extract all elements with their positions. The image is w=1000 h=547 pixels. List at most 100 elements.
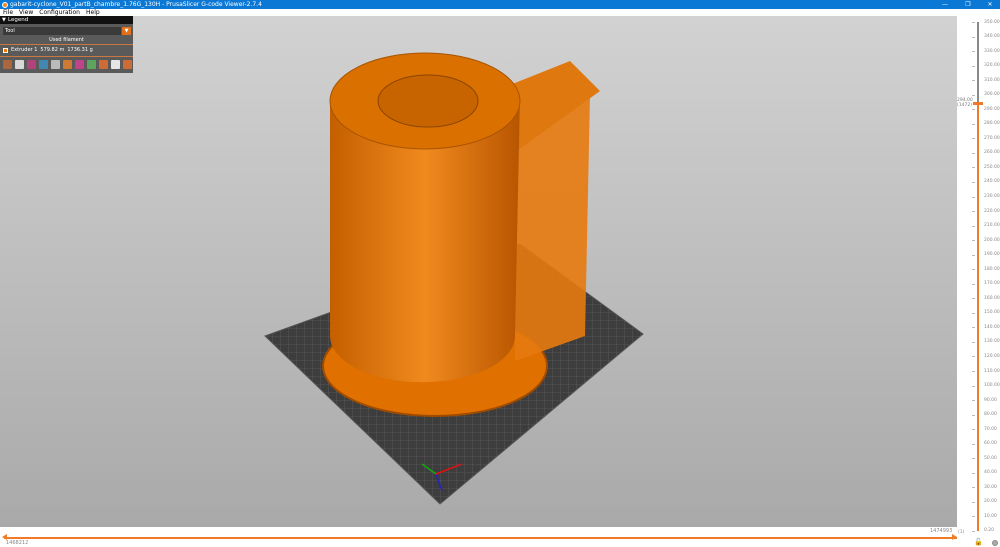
seams-icon[interactable] [51, 60, 60, 69]
view-type-select[interactable]: Tool [3, 27, 121, 35]
tick-label: 300.00 [984, 92, 1000, 98]
deretractions-icon[interactable] [39, 60, 48, 69]
tick-label: 90.00 [984, 397, 997, 403]
tick-label: 150.00 [984, 310, 1000, 316]
custom-gcode-icon[interactable] [99, 60, 108, 69]
collapse-triangle-icon[interactable]: ▼ [2, 16, 6, 24]
tick-label: 100.00 [984, 383, 1000, 389]
tick-label: 0.20 [984, 528, 995, 534]
tick-mark [972, 123, 975, 125]
menu-help[interactable]: Help [86, 9, 100, 16]
tick-mark [972, 22, 975, 23]
tick-label: 330.00 [984, 48, 1000, 54]
tick-mark [972, 312, 975, 314]
tick-label: 310.00 [984, 77, 1000, 83]
tick-mark [972, 400, 975, 402]
maximize-button[interactable]: ❐ [958, 0, 978, 9]
dropdown-arrow-icon[interactable]: ▼ [122, 27, 131, 35]
horizontal-move-slider[interactable] [4, 537, 957, 539]
lower-layer: (1) [958, 530, 965, 535]
tick-mark [972, 298, 975, 300]
legend-panel: ▼ Legend Tool ▼ Used filament Extruder 1 … [0, 16, 133, 73]
tick-mark [972, 181, 975, 183]
title-bar: gabarit-cyclone_V01_partB_chambre_1.76G_… [0, 0, 1000, 9]
tick-label: 220.00 [984, 208, 1000, 214]
tick-mark [972, 36, 975, 38]
tick-label: 80.00 [984, 412, 997, 418]
menu-bar: File View Configuration Help [0, 9, 1000, 16]
tick-mark [972, 211, 975, 213]
tick-mark [972, 65, 975, 67]
tick-mark [972, 472, 975, 474]
tick-mark [972, 414, 975, 416]
tick-label: 110.00 [984, 368, 1000, 374]
tick-label: 270.00 [984, 135, 1000, 141]
travel-icon[interactable] [3, 60, 12, 69]
vertical-layer-slider[interactable] [977, 22, 979, 531]
retractions-icon[interactable] [27, 60, 36, 69]
tick-mark [972, 138, 975, 140]
options-toolbar [3, 60, 132, 69]
upper-thumb[interactable] [973, 101, 983, 105]
tick-mark [972, 167, 975, 169]
slider-range-fill [977, 103, 979, 531]
minimize-button[interactable]: — [935, 0, 955, 9]
tick-mark [972, 530, 975, 532]
tick-mark [972, 371, 975, 373]
tick-label: 240.00 [984, 179, 1000, 185]
tick-label: 200.00 [984, 237, 1000, 243]
tick-mark [972, 443, 975, 445]
lock-icon[interactable]: 🔓 [974, 539, 983, 546]
tick-label: 50.00 [984, 455, 997, 461]
tick-label: 320.00 [984, 63, 1000, 69]
tick-mark [972, 385, 975, 387]
center-of-gravity-icon[interactable] [111, 60, 120, 69]
app-icon [2, 1, 8, 8]
tick-mark [972, 269, 975, 271]
tick-mark [972, 254, 975, 256]
upper-value-label: 294.00 (1472) [957, 98, 973, 109]
tick-label: 340.00 [984, 34, 1000, 40]
tool-changes-icon[interactable] [63, 60, 72, 69]
pause-icon[interactable] [87, 60, 96, 69]
color-changes-icon[interactable] [75, 60, 84, 69]
tick-mark [972, 516, 975, 518]
gcode-preview-scene [264, 52, 644, 505]
upper-layer: (1472) [957, 103, 972, 109]
close-button[interactable]: ✕ [980, 0, 1000, 9]
tick-label: 140.00 [984, 324, 1000, 330]
extruder-row: Extruder 1 579.82 m 1736.31 g [3, 47, 93, 54]
wipe-icon[interactable] [15, 60, 24, 69]
tick-label: 70.00 [984, 426, 997, 432]
cog-icon[interactable] [992, 540, 998, 546]
tick-mark [972, 487, 975, 489]
tick-label: 280.00 [984, 121, 1000, 127]
tick-label: 350.00 [984, 19, 1000, 25]
tick-mark [972, 94, 975, 96]
extruder-color-swatch [3, 48, 8, 53]
menu-view[interactable]: View [19, 9, 33, 16]
extruder-name: Extruder 1 [11, 47, 38, 53]
menu-configuration[interactable]: Configuration [39, 9, 80, 16]
3d-viewport[interactable] [0, 16, 957, 527]
tick-label: 180.00 [984, 266, 1000, 272]
tick-label: 290.00 [984, 106, 1000, 112]
lower-value-label: (1) [958, 530, 964, 535]
tick-mark [972, 225, 975, 227]
extruder-weight: 1736.31 g [67, 47, 93, 53]
tick-mark [972, 51, 975, 53]
tick-label: 170.00 [984, 281, 1000, 287]
extruder-length: 579.82 m [40, 47, 65, 53]
tick-label: 190.00 [984, 252, 1000, 258]
legend-header[interactable]: ▼ Legend [0, 16, 133, 24]
tick-label: 130.00 [984, 339, 1000, 345]
right-value: 1474993 [930, 528, 953, 534]
tick-label: 120.00 [984, 353, 1000, 359]
tick-label: 10.00 [984, 513, 997, 519]
shells-icon[interactable] [123, 60, 132, 69]
tick-label: 40.00 [984, 470, 997, 476]
tick-mark [972, 80, 975, 82]
divider [0, 56, 133, 57]
tick-label: 30.00 [984, 484, 997, 490]
menu-file[interactable]: File [3, 9, 13, 16]
